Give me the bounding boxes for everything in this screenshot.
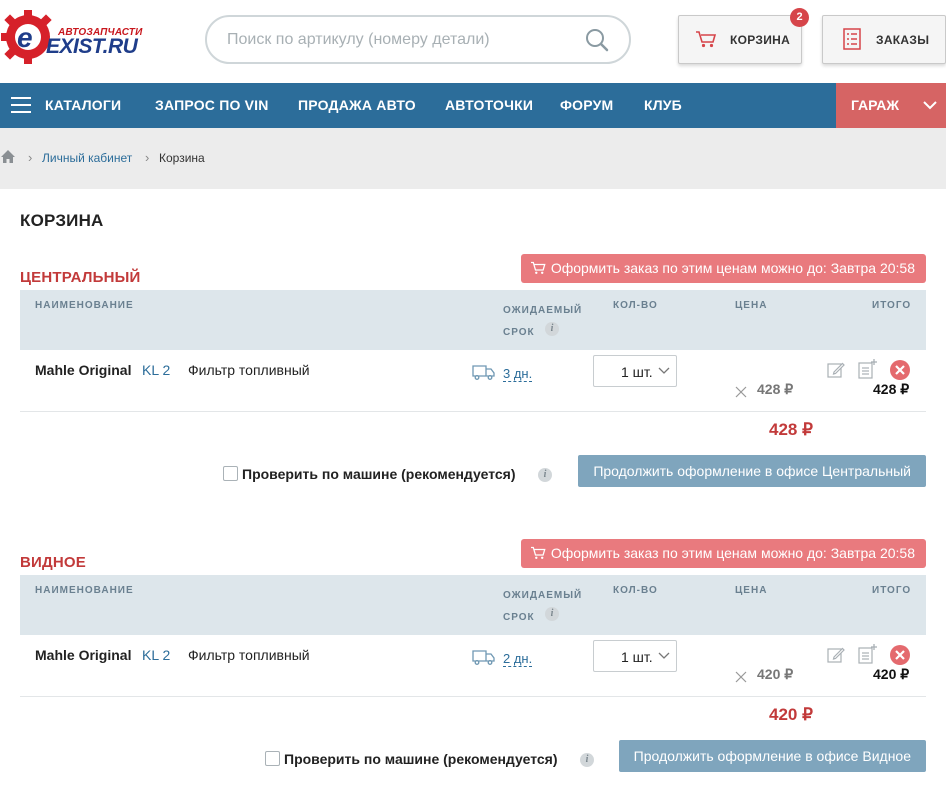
search-icon[interactable]: [585, 28, 609, 52]
cart-button[interactable]: КОРЗИНА: [678, 15, 802, 64]
chevron-down-icon: [923, 101, 937, 110]
delete-icon[interactable]: [889, 359, 911, 381]
delivery-truck-icon: [472, 650, 495, 665]
home-icon[interactable]: [0, 149, 16, 164]
column-header-price: ЦЕНА: [735, 585, 768, 596]
menu-burger-icon[interactable]: [11, 97, 31, 113]
item-description: Фильтр топливный: [188, 647, 310, 663]
breadcrumb-separator: ›: [28, 150, 33, 165]
delivery-days-link[interactable]: 2 дн.: [503, 652, 533, 667]
quantity-select[interactable]: 1 шт.: [593, 640, 677, 672]
chevron-down-icon: [658, 367, 670, 374]
column-header-name: НАИМЕНОВАНИЕ: [35, 300, 134, 311]
column-header-term: СРОК: [503, 327, 535, 338]
quantity-select[interactable]: 1 шт.: [593, 355, 677, 387]
table-header: НАИМЕНОВАНИЕ ОЖИДАЕМЫЙ СРОК i КОЛ-ВО ЦЕН…: [20, 575, 926, 635]
info-icon[interactable]: i: [538, 468, 552, 482]
item-price: 420 ₽: [757, 666, 794, 682]
orders-label: ЗАКАЗЫ: [876, 33, 930, 47]
search-box: [205, 15, 631, 64]
breadcrumb-account-link[interactable]: Личный кабинет: [42, 151, 132, 165]
check-by-car-checkbox[interactable]: [265, 751, 280, 766]
cart-icon: [696, 31, 717, 48]
nav-item-vin-request[interactable]: ЗАПРОС ПО VIN: [155, 97, 269, 113]
delete-icon[interactable]: [889, 644, 911, 666]
cart-label: КОРЗИНА: [730, 33, 791, 47]
search-input[interactable]: [227, 29, 567, 51]
check-by-car-checkbox[interactable]: [223, 466, 238, 481]
page: e АВТОЗАПЧАСТИ EXIST.RU КОРЗИНА 2: [0, 0, 946, 793]
item-brand: Mahle Original: [35, 647, 132, 663]
nav-item-forum[interactable]: ФОРУМ: [560, 97, 613, 113]
item-article-link[interactable]: KL 2: [142, 362, 170, 378]
nav-item-catalogs[interactable]: КАТАЛОГИ: [45, 97, 121, 113]
table-header: НАИМЕНОВАНИЕ ОЖИДАЕМЫЙ СРОК i КОЛ-ВО ЦЕН…: [20, 290, 926, 350]
site-header: e АВТОЗАПЧАСТИ EXIST.RU КОРЗИНА 2: [0, 0, 946, 83]
cart-icon: [530, 546, 546, 559]
edit-icon[interactable]: [827, 361, 845, 379]
check-by-car-label[interactable]: Проверить по машине (рекомендуется): [242, 466, 516, 482]
nav-item-club[interactable]: КЛУБ: [644, 97, 682, 113]
add-note-icon[interactable]: [858, 359, 878, 379]
check-by-car-label[interactable]: Проверить по машине (рекомендуется): [284, 751, 558, 767]
logo[interactable]: e АВТОЗАПЧАСТИ EXIST.RU: [0, 2, 150, 64]
column-header-qty: КОЛ-ВО: [613, 585, 658, 596]
item-description: Фильтр топливный: [188, 362, 310, 378]
column-header-name: НАИМЕНОВАНИЕ: [35, 585, 134, 596]
section-subtotal: 420 ₽: [769, 705, 813, 724]
breadcrumb-separator: ›: [145, 150, 150, 165]
chevron-down-icon: [658, 652, 670, 659]
item-brand: Mahle Original: [35, 362, 132, 378]
info-icon[interactable]: i: [580, 753, 594, 767]
multiply-icon: [735, 671, 747, 683]
column-header-term: СРОК: [503, 612, 535, 623]
column-header-expected: ОЖИДАЕМЫЙ: [503, 305, 583, 316]
continue-checkout-button[interactable]: Продолжить оформление в офисе Центральны…: [578, 455, 926, 487]
multiply-icon: [735, 386, 747, 398]
column-header-price: ЦЕНА: [735, 300, 768, 311]
column-header-qty: КОЛ-ВО: [613, 300, 658, 311]
quantity-value: 1 шт.: [621, 649, 653, 665]
delivery-truck-icon: [472, 365, 495, 380]
nav-item-autopoints[interactable]: АВТОТОЧКИ: [445, 97, 533, 113]
item-total: 420 ₽: [873, 666, 910, 682]
office-title: ВИДНОЕ: [20, 554, 87, 571]
logo-brand: EXIST.RU: [46, 35, 138, 58]
edit-icon[interactable]: [827, 646, 845, 664]
orders-button[interactable]: ЗАКАЗЫ: [822, 15, 946, 64]
deadline-text: Оформить заказ по этим ценам можно до: З…: [550, 260, 915, 276]
page-title: КОРЗИНА: [20, 211, 104, 230]
svg-text:e: e: [17, 22, 33, 53]
garage-button[interactable]: ГАРАЖ: [836, 83, 946, 128]
deadline-text: Оформить заказ по этим ценам можно до: З…: [550, 545, 915, 561]
orders-list-icon: [843, 28, 861, 50]
item-article-link[interactable]: KL 2: [142, 647, 170, 663]
nav-item-car-sales[interactable]: ПРОДАЖА АВТО: [298, 97, 416, 113]
item-price: 428 ₽: [757, 381, 794, 397]
office-section-central: ЦЕНТРАЛЬНЫЙ Оформить заказ по этим ценам…: [20, 254, 926, 519]
garage-label: ГАРАЖ: [851, 97, 900, 113]
continue-checkout-button[interactable]: Продолжить оформление в офисе Видное: [618, 740, 926, 772]
column-header-expected: ОЖИДАЕМЫЙ: [503, 590, 583, 601]
office-section-vidnoe: ВИДНОЕ Оформить заказ по этим ценам можн…: [20, 539, 926, 793]
price-deadline-banner: Оформить заказ по этим ценам можно до: З…: [520, 539, 926, 568]
office-title: ЦЕНТРАЛЬНЫЙ: [20, 269, 141, 286]
column-header-total: ИТОГО: [872, 585, 912, 596]
column-header-total: ИТОГО: [872, 300, 912, 311]
price-deadline-banner: Оформить заказ по этим ценам можно до: З…: [520, 254, 926, 283]
breadcrumb-current: Корзина: [159, 151, 205, 165]
add-note-icon[interactable]: [858, 644, 878, 664]
info-icon[interactable]: i: [545, 607, 559, 621]
section-subtotal: 428 ₽: [769, 420, 813, 439]
cart-count-badge: 2: [790, 8, 809, 27]
table-row: Mahle Original KL 2 Фильтр топливный 2 д…: [20, 635, 926, 697]
item-total: 428 ₽: [873, 381, 910, 397]
breadcrumb: › Личный кабинет › Корзина: [0, 128, 946, 189]
quantity-value: 1 шт.: [621, 364, 653, 380]
cart-icon: [530, 261, 546, 274]
info-icon[interactable]: i: [545, 322, 559, 336]
table-row: Mahle Original KL 2 Фильтр топливный 3 д…: [20, 350, 926, 412]
main-nav: КАТАЛОГИ ЗАПРОС ПО VIN ПРОДАЖА АВТО АВТО…: [0, 83, 946, 128]
delivery-days-link[interactable]: 3 дн.: [503, 367, 533, 382]
